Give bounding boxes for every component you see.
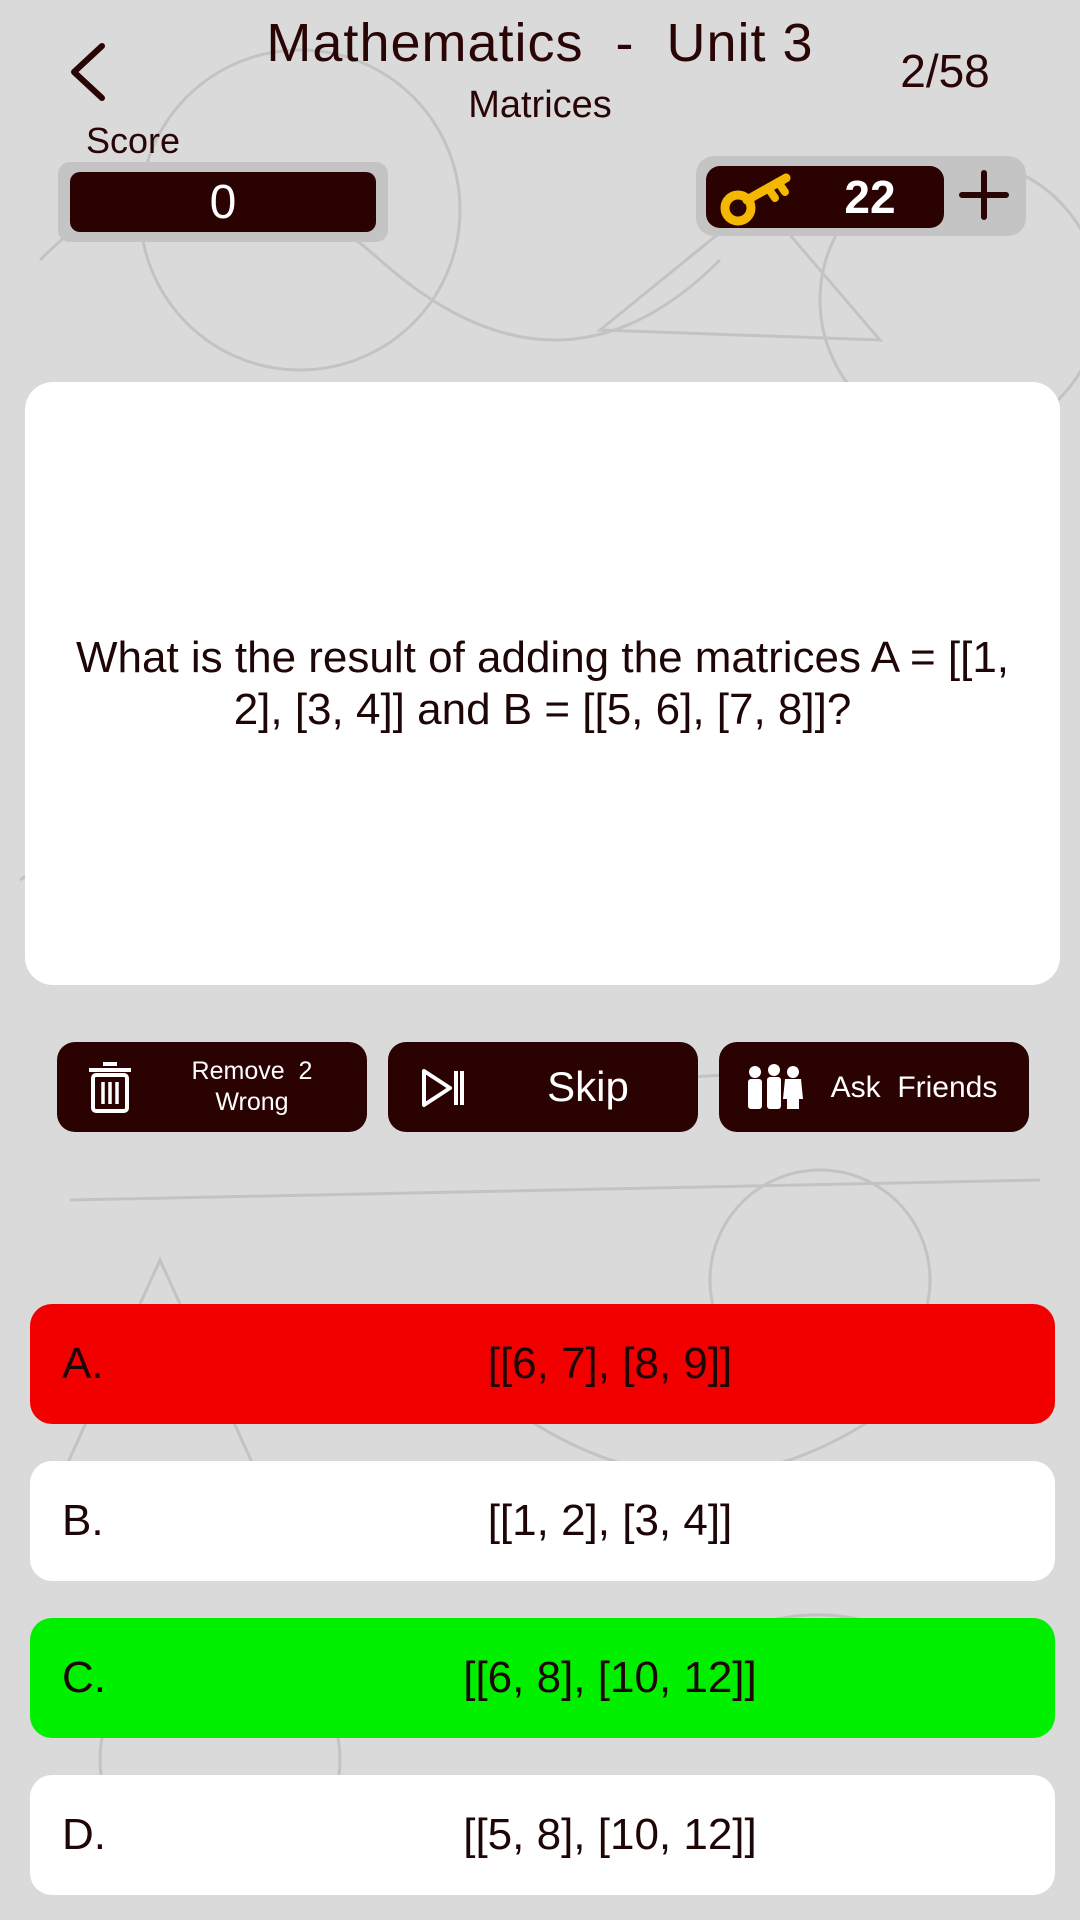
answer-option-a[interactable]: A. [[6, 7], [8, 9]]: [30, 1304, 1055, 1424]
answer-letter: A.: [62, 1339, 104, 1388]
answer-option-b[interactable]: B. [[1, 2], [3, 4]]: [30, 1461, 1055, 1581]
remove-two-wrong-line2: Wrong: [215, 1088, 289, 1116]
answer-text: [[6, 7], [8, 9]]: [487, 1339, 733, 1388]
answer-text: [[1, 2], [3, 4]]: [487, 1496, 733, 1545]
ask-friends-button[interactable]: Ask Friends: [719, 1042, 1029, 1132]
page-subtitle: Matrices: [468, 84, 612, 126]
remove-two-wrong-line1: Remove 2: [191, 1057, 313, 1085]
answer-letter: D.: [62, 1810, 106, 1859]
keys-pill: 22: [706, 166, 944, 228]
keys-box: 22: [696, 156, 1026, 236]
score-label: Score: [86, 120, 181, 161]
back-button[interactable]: [58, 36, 118, 108]
remove-two-wrong-label: Remove 2 Wrong: [157, 1056, 347, 1118]
group-icon: [745, 1064, 803, 1110]
page-title: Mathematics - Unit 3: [266, 13, 814, 73]
trash-icon: [87, 1062, 133, 1114]
ask-friends-label: Ask Friends: [830, 1071, 998, 1104]
keys-count: 22: [844, 171, 896, 223]
skip-button[interactable]: Skip: [388, 1042, 698, 1132]
score-value: 0: [70, 172, 376, 232]
answer-letter: C.: [62, 1653, 106, 1702]
answer-text: [[6, 8], [10, 12]]: [463, 1653, 757, 1702]
question-card: What is the result of adding the matrice…: [25, 382, 1060, 985]
question-text: What is the result of adding the matrice…: [75, 632, 1010, 734]
score-box: 0: [58, 162, 388, 242]
remove-two-wrong-button[interactable]: Remove 2 Wrong: [57, 1042, 367, 1132]
answer-option-c[interactable]: C. [[6, 8], [10, 12]]: [30, 1618, 1055, 1738]
answer-letter: B.: [62, 1496, 104, 1545]
add-keys-button[interactable]: [952, 160, 1016, 230]
answer-text: [[5, 8], [10, 12]]: [463, 1810, 757, 1859]
question-progress: 2/58: [900, 45, 990, 97]
skip-label: Skip: [547, 1063, 629, 1110]
key-icon: [720, 173, 791, 226]
answer-option-d[interactable]: D. [[5, 8], [10, 12]]: [30, 1775, 1055, 1895]
plus-icon: [959, 170, 1009, 220]
chevron-left-icon: [71, 43, 105, 101]
skip-next-icon: [420, 1068, 466, 1108]
